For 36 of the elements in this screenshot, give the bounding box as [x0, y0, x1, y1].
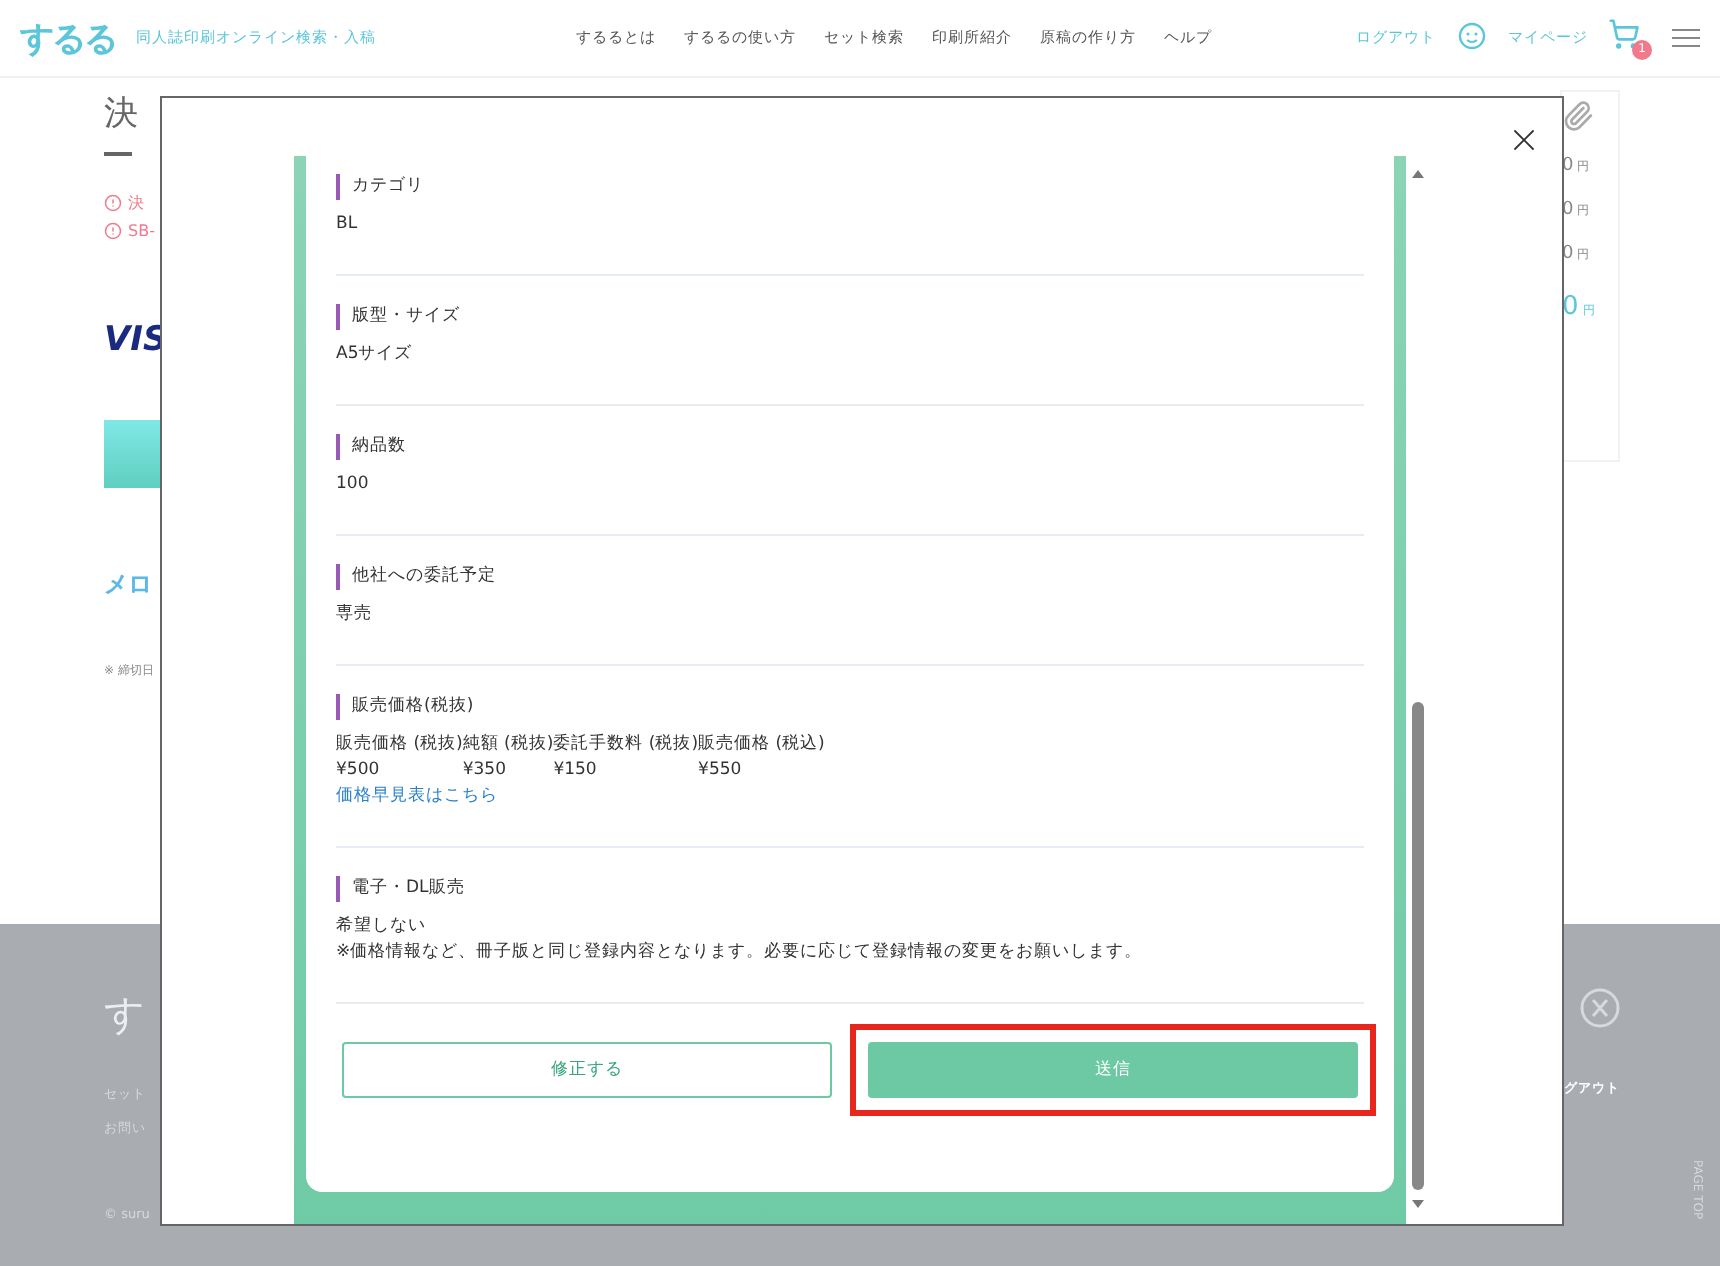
price-header: 純額 (税抜) — [462, 734, 554, 758]
field-value: 希望しない — [336, 914, 428, 940]
warning-icon — [104, 194, 122, 212]
price-table-link[interactable]: 価格早見表はこちら — [336, 784, 498, 810]
field-value: 100 — [336, 472, 371, 498]
price-header: 委託手数料 (税抜) — [553, 732, 699, 758]
price-value: ¥350 — [462, 758, 508, 784]
price-value: ¥550 — [698, 758, 744, 784]
price-header: 販売価格 (税抜) — [336, 732, 463, 758]
field-label: 電子・DL販売 — [336, 876, 1364, 902]
paperclip-icon — [1562, 100, 1594, 132]
page-title: 決 — [104, 92, 140, 136]
wallet-logo: メロ — [104, 568, 154, 602]
price-value: ¥150 — [553, 758, 599, 784]
user-icon — [1456, 22, 1488, 54]
field-label: 他社への委託予定 — [336, 564, 1364, 590]
field-value: ※価格情報など、冊子版と同じ登録内容となります。必要に応じて登録情報の変更をお願いします。 — [336, 940, 1145, 966]
field-label: カテゴリ — [336, 174, 1364, 200]
edit-button[interactable]: 修正する — [342, 1042, 832, 1098]
footer-logo: す — [104, 988, 146, 1042]
field-value: BL — [336, 212, 360, 238]
site-logo[interactable]: するる — [20, 15, 116, 61]
field-label: 販売価格(税抜) — [336, 694, 1364, 720]
menu-icon[interactable] — [1672, 28, 1700, 48]
cart-icon — [1608, 17, 1640, 49]
warning-message: 決 — [104, 192, 160, 214]
price-value: ¥500 — [336, 758, 382, 784]
submit-button[interactable]: 送信 — [868, 1042, 1358, 1098]
field-value: 専売 — [336, 602, 374, 628]
field-label: 納品数 — [336, 434, 1364, 460]
field-value: A5サイズ — [336, 342, 415, 368]
price-header: 販売価格 (税込) — [698, 732, 825, 758]
warning-message: SB- — [104, 222, 160, 240]
warning-icon — [104, 222, 122, 240]
field-label: 版型・サイズ — [336, 304, 1364, 330]
credit-card-drawing — [104, 420, 160, 488]
